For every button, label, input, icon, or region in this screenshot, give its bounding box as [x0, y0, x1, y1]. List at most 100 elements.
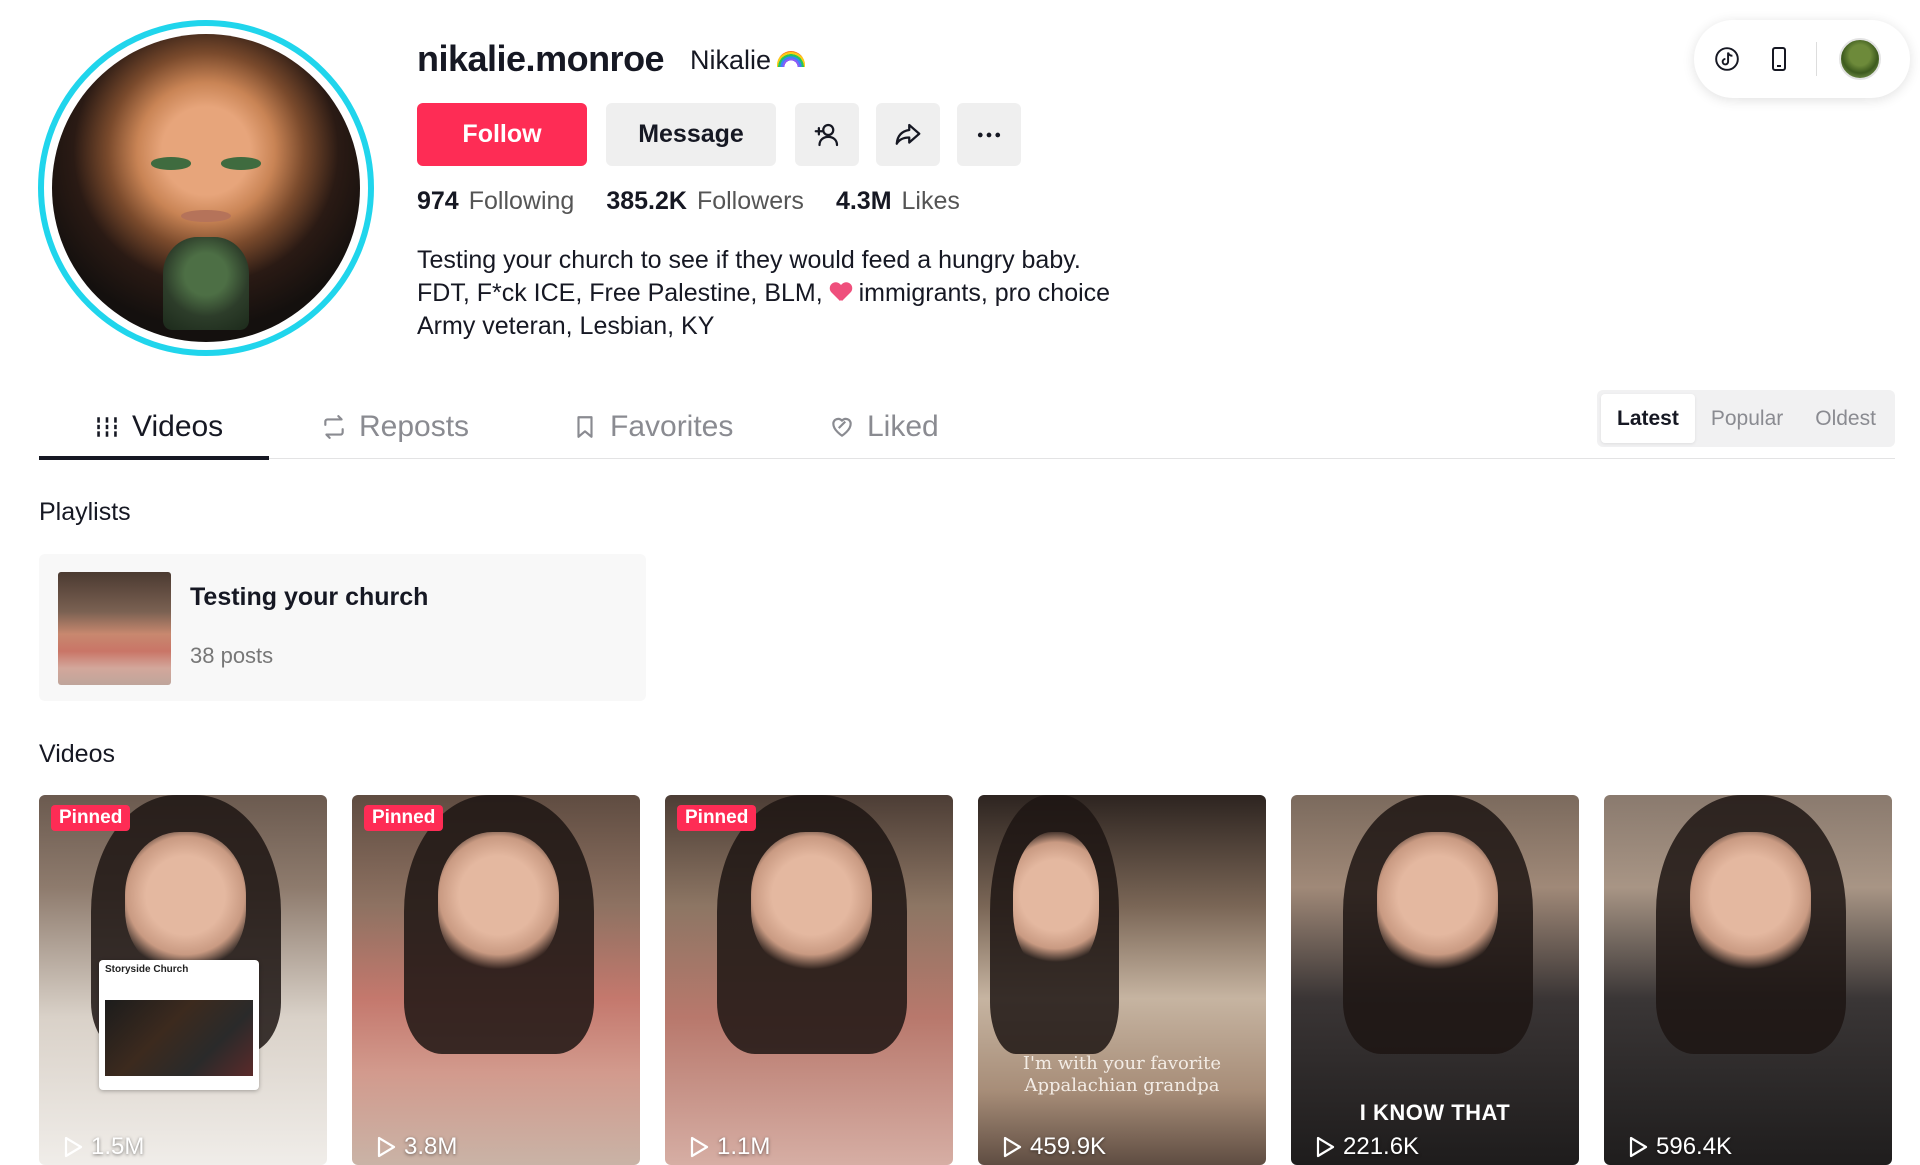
bio-line-3: Army veteran, Lesbian, KY	[417, 312, 715, 340]
pinned-badge: Pinned	[677, 805, 757, 831]
tab-liked-label: Liked	[867, 409, 939, 443]
view-count-value: 459.9K	[1030, 1133, 1107, 1160]
share-button[interactable]	[876, 103, 940, 166]
video-thumbnail-face	[438, 832, 560, 973]
video-grid: Storyside Church Pinned 1.5M Pinned 3.8M…	[39, 795, 1895, 1165]
playlist-thumbnail	[58, 572, 171, 685]
view-count-value: 596.4K	[1656, 1133, 1733, 1160]
view-count-value: 1.5M	[91, 1133, 145, 1160]
video-card[interactable]: I KNOW THAT 221.6K	[1291, 795, 1579, 1165]
church-photo	[105, 1000, 253, 1076]
tab-videos[interactable]: Videos	[94, 395, 223, 458]
repost-icon	[324, 414, 344, 439]
tab-reposts-label: Reposts	[359, 409, 470, 443]
play-icon	[690, 1136, 709, 1158]
sort-segmented-control: Latest Popular Oldest	[1597, 390, 1895, 447]
pinned-badge: Pinned	[364, 805, 444, 831]
more-icon	[977, 132, 1001, 137]
rainbow-icon	[777, 51, 806, 67]
view-count: 459.9K	[1002, 1133, 1106, 1161]
view-count-value: 1.1M	[717, 1133, 771, 1160]
avatar-image	[52, 34, 360, 342]
view-count-value: 221.6K	[1343, 1133, 1420, 1160]
playlist-name: Testing your church	[190, 583, 429, 611]
heart-icon	[830, 283, 852, 303]
followers-label: Followers	[696, 187, 804, 215]
video-caption: I'm with your favorite Appalachian grand…	[1022, 1053, 1222, 1096]
video-thumbnail-face	[125, 832, 247, 973]
tab-liked[interactable]: Liked	[829, 395, 939, 458]
heart-icon	[832, 417, 852, 437]
top-right-toolbar	[1694, 20, 1910, 98]
playlist-card[interactable]: Testing your church 38 posts	[39, 554, 646, 701]
profile-stats: 974 Following 385.2K Followers 4.3M Likes	[417, 187, 960, 216]
play-icon	[377, 1136, 396, 1158]
view-count-value: 3.8M	[404, 1133, 458, 1160]
tab-favorites[interactable]: Favorites	[572, 395, 733, 458]
toolbar-divider	[1816, 42, 1817, 76]
play-icon	[1003, 1136, 1022, 1158]
message-button[interactable]: Message	[606, 103, 776, 166]
video-card[interactable]: Storyside Church Pinned 1.5M	[39, 795, 327, 1165]
bio-line-2-end: immigrants, pro choice	[858, 279, 1111, 307]
play-icon	[1629, 1136, 1648, 1158]
tiktok-button[interactable]	[1712, 44, 1742, 74]
following-count: 974	[417, 187, 459, 215]
following-label: Following	[468, 187, 575, 215]
likes-count: 4.3M	[835, 187, 892, 215]
profile-bio: Testing your church to see if they would…	[417, 244, 1110, 343]
tab-reposts[interactable]: Reposts	[321, 395, 469, 458]
view-count: 221.6K	[1315, 1133, 1419, 1161]
get-app-button[interactable]	[1764, 44, 1794, 74]
profile-username: nikalie.monroe	[417, 38, 665, 79]
videos-heading: Videos	[39, 740, 115, 768]
follow-button[interactable]: Follow	[417, 103, 587, 166]
church-listing-overlay: Storyside Church	[99, 960, 259, 1090]
nickname-text: Nikalie	[690, 45, 772, 75]
tiktok-icon	[1715, 47, 1739, 71]
add-user-icon	[814, 123, 839, 146]
playlist-post-count: 38 posts	[190, 643, 274, 668]
stat-following[interactable]: 974 Following	[417, 187, 574, 216]
stat-followers[interactable]: 385.2K Followers	[606, 187, 804, 216]
likes-label: Likes	[901, 187, 960, 215]
user-avatar-button[interactable]	[1839, 38, 1881, 80]
play-icon	[64, 1136, 83, 1158]
bio-line-2: FDT, F*ck ICE, Free Palestine, BLM, immi…	[417, 277, 1110, 310]
video-thumbnail-face	[1377, 832, 1499, 973]
video-card[interactable]: I'm with your favorite Appalachian grand…	[978, 795, 1266, 1165]
phone-icon	[1772, 47, 1786, 71]
stat-likes: 4.3M Likes	[836, 187, 960, 216]
avatar-neck-tattoo	[162, 237, 250, 330]
video-card[interactable]: 596.4K	[1604, 795, 1892, 1165]
view-count: 3.8M	[376, 1133, 457, 1161]
playlists-heading: Playlists	[39, 498, 131, 526]
profile-nickname: Nikalie	[690, 45, 806, 76]
bio-line-1: Testing your church to see if they would…	[417, 246, 1081, 274]
sort-latest[interactable]: Latest	[1601, 394, 1695, 443]
sort-oldest[interactable]: Oldest	[1799, 394, 1892, 443]
view-count: 596.4K	[1628, 1133, 1732, 1161]
add-friend-button[interactable]	[795, 103, 859, 166]
share-icon	[895, 123, 921, 145]
pinned-badge: Pinned	[51, 805, 131, 831]
profile-avatar[interactable]	[38, 20, 374, 356]
active-tab-indicator	[39, 456, 269, 460]
avatar-lips	[181, 209, 231, 222]
view-count: 1.1M	[689, 1133, 770, 1161]
video-card[interactable]: Pinned 3.8M	[352, 795, 640, 1165]
tab-videos-label: Videos	[132, 409, 224, 443]
video-thumbnail-face	[751, 832, 873, 973]
play-icon	[1316, 1136, 1335, 1158]
avatar-eye-left	[150, 157, 191, 170]
view-count: 1.5M	[63, 1133, 144, 1161]
avatar-eye-right	[221, 157, 262, 170]
video-caption: I KNOW THAT	[1359, 1100, 1511, 1125]
video-thumbnail-face	[1690, 832, 1812, 973]
more-options-button[interactable]	[957, 103, 1021, 166]
bio-line-2-start: FDT, F*ck ICE, Free Palestine, BLM,	[417, 279, 823, 307]
video-card[interactable]: Pinned 1.1M	[665, 795, 953, 1165]
tab-favorites-label: Favorites	[610, 409, 734, 443]
sort-popular[interactable]: Popular	[1695, 394, 1799, 443]
video-thumbnail-face	[1012, 832, 1099, 973]
